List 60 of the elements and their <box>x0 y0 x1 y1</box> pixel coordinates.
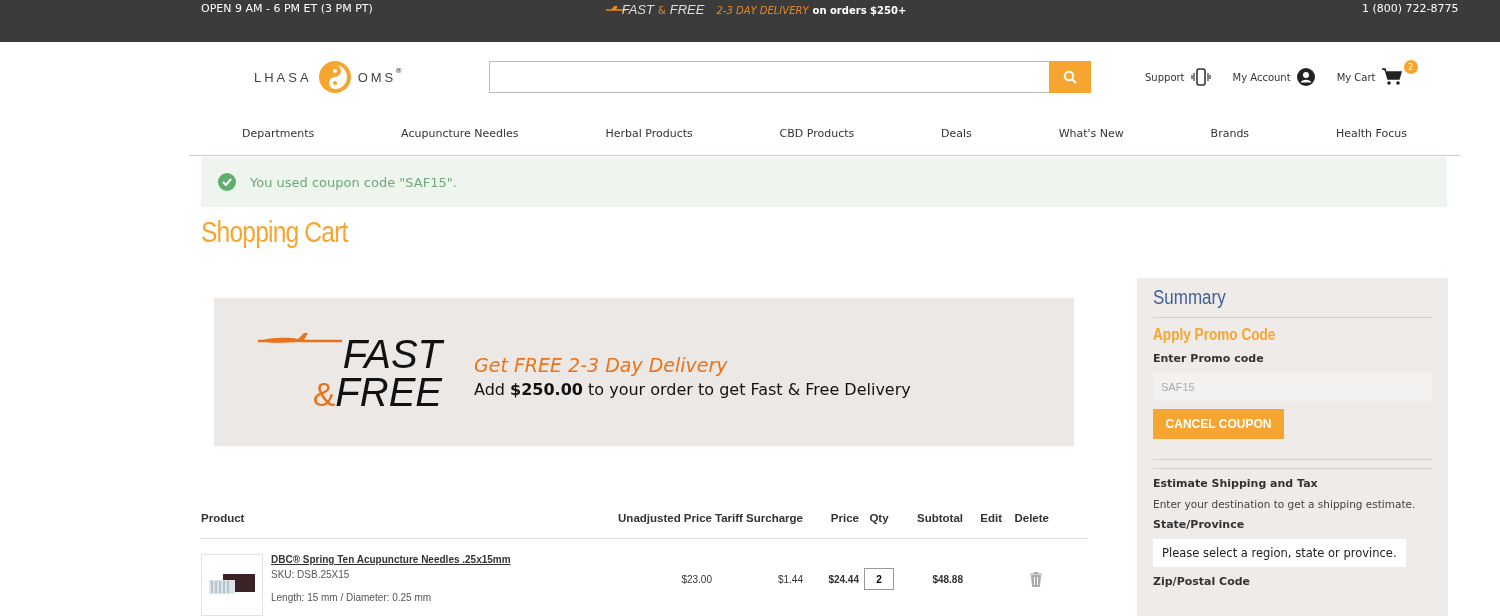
column-header: Unadjusted Price <box>617 512 712 524</box>
table-cell-text: $48.88 <box>931 573 963 585</box>
phone-number: 1 (800) 722-8775 <box>1362 2 1459 15</box>
delivery-text: 2-3 DAY DELIVERY <box>716 5 809 16</box>
orders-text: on orders $250+ <box>812 5 907 16</box>
store-hours: OPEN 9 AM - 6 PM ET (3 PM PT) <box>201 2 373 15</box>
nav-link[interactable]: CBD Products <box>779 127 855 140</box>
fast-text: FAST <box>621 2 654 17</box>
state-select[interactable]: Please select a region, state or province. <box>1153 539 1406 567</box>
banner-headline: Get FREE 2-3 Day Delivery <box>474 353 729 376</box>
shipping-title: Estimate Shipping and Tax <box>1153 477 1318 490</box>
column-header: Edit <box>979 512 1002 524</box>
column-header: Delete <box>1013 512 1049 524</box>
support-link[interactable]: Support <box>1145 71 1185 83</box>
nav-link[interactable]: Health Focus <box>1335 127 1407 140</box>
column-header: Product <box>201 512 246 524</box>
free-text: FREE <box>669 2 705 17</box>
table-cell-text: $23.00 <box>680 573 712 585</box>
free-logo-text: FREE <box>335 373 442 411</box>
logo-text: LHASA <box>254 69 312 85</box>
account-link[interactable]: My Account <box>1232 71 1291 83</box>
zip-label: Zip/Postal Code <box>1153 575 1251 588</box>
cart-link[interactable]: My Cart <box>1336 71 1376 83</box>
cart-count-badge: 2 <box>1403 60 1418 74</box>
nav-link[interactable]: Deals <box>941 127 972 140</box>
product-sku: SKU: DSB.25X15 <box>271 569 351 580</box>
nav-link[interactable]: What's New <box>1058 127 1124 140</box>
promo-title: Apply Promo Code <box>1153 326 1276 344</box>
user-icon <box>1296 68 1315 86</box>
summary-title: Summary <box>1153 286 1226 309</box>
phone-icon <box>1190 68 1211 86</box>
cart-icon <box>1381 68 1402 86</box>
page-title: Shopping Cart <box>201 216 350 250</box>
success-message: You used coupon code "SAF15". <box>250 174 457 190</box>
nav-link[interactable]: Herbal Products <box>605 127 693 140</box>
column-header: Subtotal <box>916 512 963 524</box>
yin-yang-icon <box>316 59 353 95</box>
state-label: State/Province <box>1153 518 1245 531</box>
shipping-text: Enter your destination to get a shipping estimate. <box>1153 498 1416 510</box>
quantity-field[interactable]: 2 <box>864 568 894 590</box>
trash-icon[interactable] <box>1030 571 1042 587</box>
ampersand-text: & <box>657 5 666 16</box>
logo-text: OMS <box>357 69 397 85</box>
column-header: Price <box>829 512 859 524</box>
banner-text: Add $250.00 to your order to get Fast & Free Delivery <box>474 379 911 399</box>
nav-link[interactable]: Departments <box>242 127 315 140</box>
column-header: Tariff Surcharge <box>714 512 803 524</box>
promo-label: Enter Promo code <box>1153 352 1264 365</box>
search-field[interactable] <box>489 61 1091 93</box>
check-circle-icon <box>218 173 236 191</box>
search-icon <box>1063 70 1077 84</box>
column-header: Qty <box>868 512 890 524</box>
product-link[interactable]: DBC® Spring Ten Acupuncture Needles .25x15mm <box>271 554 511 565</box>
search-button[interactable] <box>1049 61 1091 93</box>
table-cell-text: $24.44 <box>827 573 859 585</box>
product-options: Length: 15 mm / Diameter: 0.25 mm <box>271 592 511 603</box>
nav-link[interactable]: Acupuncture Needles <box>401 127 519 140</box>
nav-link[interactable]: Brands <box>1210 127 1250 140</box>
ampersand-logo-text: & <box>312 375 336 413</box>
table-cell-text: $1.44 <box>776 573 803 585</box>
